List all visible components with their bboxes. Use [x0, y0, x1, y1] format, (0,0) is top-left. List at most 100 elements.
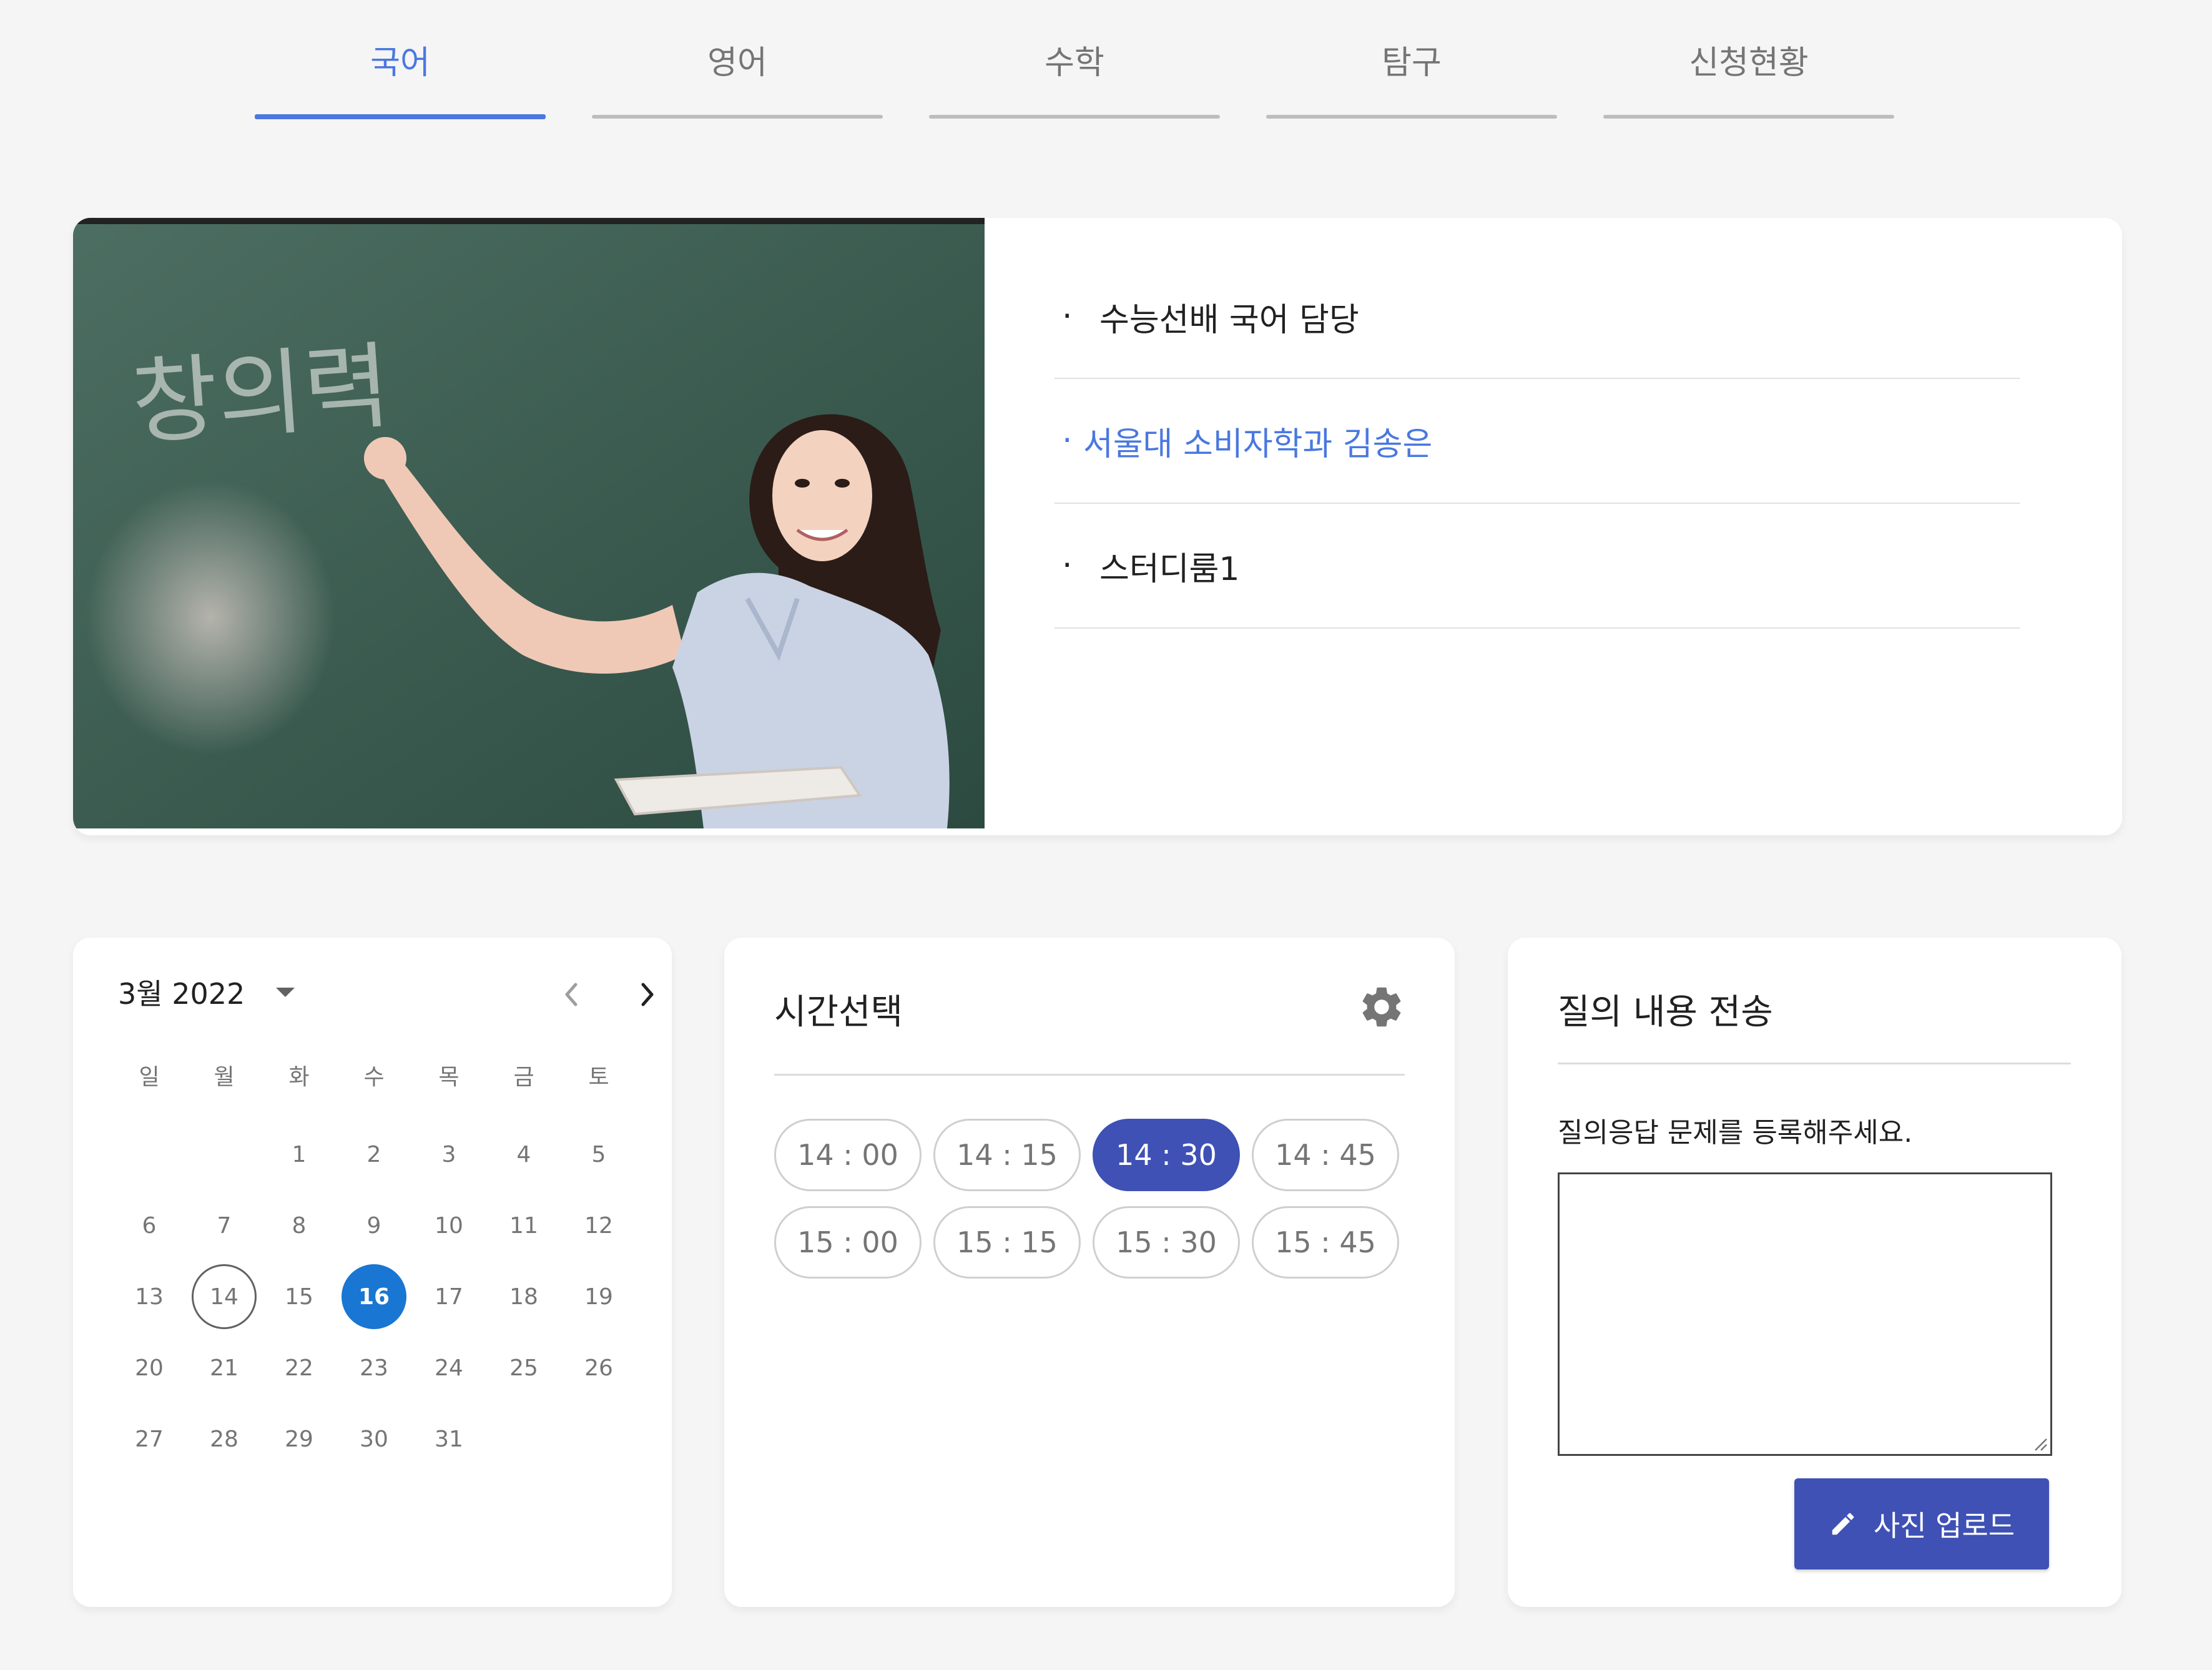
calendar-day-number: 11 — [509, 1212, 538, 1239]
time-slot-selected[interactable]: 14 : 30 — [1093, 1119, 1240, 1191]
calendar-day-selected[interactable]: 16 — [337, 1263, 411, 1330]
previous-month-button[interactable] — [550, 973, 594, 1016]
calendar-day[interactable]: 3 — [411, 1121, 486, 1188]
chevron-down-icon[interactable] — [276, 987, 295, 997]
calendar-day[interactable]: 30 — [337, 1405, 411, 1473]
calendar-day[interactable]: 2 — [337, 1121, 411, 1188]
calendar-day[interactable]: 17 — [411, 1263, 486, 1330]
calendar-day[interactable]: 8 — [262, 1192, 337, 1259]
time-slot[interactable]: 14 : 45 — [1252, 1119, 1399, 1191]
tab-indicator — [592, 115, 883, 119]
calendar-day-number: 20 — [135, 1355, 164, 1381]
calendar-day[interactable]: 14 — [187, 1263, 262, 1330]
calendar-day[interactable]: 5 — [561, 1121, 636, 1188]
gear-icon[interactable] — [1357, 983, 1406, 1031]
info-item-teacher[interactable]: · 서울대 소비자학과 김송은 — [1054, 379, 2020, 504]
calendar-day[interactable]: 7 — [187, 1192, 262, 1259]
teacher-info-list: · 수능선배 국어 담당 · 서울대 소비자학과 김송은 · 스터디룸1 — [1054, 255, 2020, 629]
tab-application-status[interactable]: 신청현황 — [1603, 0, 1894, 121]
calendar-day-number: 29 — [285, 1426, 313, 1452]
next-month-button[interactable] — [625, 973, 669, 1016]
tab-english[interactable]: 영어 — [592, 0, 883, 121]
calendar-day-number: 24 — [435, 1355, 463, 1381]
calendar-day-number: 6 — [142, 1212, 157, 1239]
chevron-right-icon — [641, 983, 654, 1006]
calendar-day-number: 17 — [435, 1284, 463, 1310]
time-slot-grid: 14 : 00 14 : 15 14 : 30 14 : 45 15 : 00 15 : … — [774, 1119, 1417, 1279]
calendar-empty-cell — [112, 1121, 187, 1188]
calendar-day-number: 13 — [135, 1284, 164, 1310]
weekday-label: 목 — [438, 1064, 460, 1090]
calendar-day-number: 4 — [516, 1141, 531, 1167]
calendar-day[interactable]: 20 — [112, 1334, 187, 1402]
tab-label: 신청현황 — [1689, 44, 1809, 82]
calendar-day-number: 30 — [360, 1426, 388, 1452]
tab-indicator — [255, 114, 546, 119]
calendar-day-number: 7 — [217, 1212, 232, 1239]
calendar-day[interactable]: 27 — [112, 1405, 187, 1473]
tab-indicator — [1266, 115, 1557, 119]
weekday-label: 금 — [513, 1064, 534, 1090]
calendar-day[interactable]: 12 — [561, 1192, 636, 1259]
calendar-day-number: 14 — [192, 1264, 257, 1329]
time-slot[interactable]: 14 : 15 — [933, 1119, 1081, 1191]
divider — [774, 1074, 1405, 1076]
calendar-day[interactable]: 4 — [486, 1121, 561, 1188]
calendar-day[interactable]: 26 — [561, 1334, 636, 1402]
time-slot[interactable]: 15 : 45 — [1252, 1206, 1399, 1279]
calendar-day[interactable]: 13 — [112, 1263, 187, 1330]
bullet: · — [1062, 422, 1073, 459]
chalkboard-text: 창의력 — [128, 332, 393, 458]
calendar-day[interactable]: 22 — [262, 1334, 337, 1402]
calendar-day-number: 3 — [441, 1141, 456, 1167]
upload-photo-button[interactable]: 사진 업로드 — [1794, 1478, 2049, 1569]
tab-indicator — [929, 115, 1220, 119]
calendar-day-number: 26 — [584, 1355, 613, 1381]
calendar-day[interactable]: 24 — [411, 1334, 486, 1402]
resize-grip-icon[interactable] — [2032, 1435, 2048, 1451]
weekday-label: 일 — [139, 1064, 160, 1090]
time-slot[interactable]: 15 : 00 — [774, 1206, 922, 1279]
calendar-day[interactable]: 15 — [262, 1263, 337, 1330]
calendar-day[interactable]: 1 — [262, 1121, 337, 1188]
tab-inquiry[interactable]: 탐구 — [1266, 0, 1557, 121]
tab-label: 영어 — [707, 44, 767, 82]
calendar-day[interactable]: 9 — [337, 1192, 411, 1259]
weekday-label: 토 — [588, 1064, 609, 1090]
calendar-header: 3월 2022 — [118, 971, 295, 1013]
calendar-empty-cell — [561, 1405, 636, 1473]
time-slot[interactable]: 15 : 15 — [933, 1206, 1081, 1279]
tab-korean[interactable]: 국어 — [255, 0, 546, 121]
calendar-day[interactable]: 28 — [187, 1405, 262, 1473]
calendar-day[interactable]: 10 — [411, 1192, 486, 1259]
calendar-day[interactable]: 21 — [187, 1334, 262, 1402]
bullet: · — [1062, 547, 1073, 584]
upload-button-label: 사진 업로드 — [1873, 1509, 2015, 1543]
time-slot[interactable]: 14 : 00 — [774, 1119, 922, 1191]
calendar-empty-cell — [486, 1405, 561, 1473]
calendar-day-number: 25 — [509, 1355, 538, 1381]
calendar-day[interactable]: 23 — [337, 1334, 411, 1402]
calendar-month-label[interactable]: 3월 2022 — [118, 971, 245, 1013]
calendar-day-number: 27 — [135, 1426, 164, 1452]
calendar-day-number: 19 — [584, 1284, 613, 1310]
calendar-day[interactable]: 29 — [262, 1405, 337, 1473]
calendar-grid: 일 월 화 수 목 금 토 1 2 3 4 5 6 7 8 9 10 11 12 13 14 15 16 17 18 19 20 21… — [112, 1056, 636, 1475]
calendar-day-number: 10 — [435, 1212, 463, 1239]
info-item-room: · 스터디룸1 — [1054, 504, 2020, 629]
calendar-day[interactable]: 18 — [486, 1263, 561, 1330]
calendar-day-number: 18 — [509, 1284, 538, 1310]
calendar-day-number: 31 — [435, 1426, 463, 1452]
calendar-week: 6 7 8 9 10 11 12 — [112, 1190, 636, 1261]
calendar-day[interactable]: 31 — [411, 1405, 486, 1473]
info-item-subject: · 수능선배 국어 담당 — [1054, 255, 2020, 379]
tab-indicator — [1603, 115, 1894, 119]
tab-math[interactable]: 수학 — [929, 0, 1220, 121]
tab-label: 수학 — [1045, 44, 1104, 82]
calendar-day[interactable]: 25 — [486, 1334, 561, 1402]
question-textarea[interactable] — [1558, 1172, 2052, 1456]
calendar-day[interactable]: 6 — [112, 1192, 187, 1259]
calendar-day[interactable]: 11 — [486, 1192, 561, 1259]
time-slot[interactable]: 15 : 30 — [1093, 1206, 1240, 1279]
calendar-day[interactable]: 19 — [561, 1263, 636, 1330]
